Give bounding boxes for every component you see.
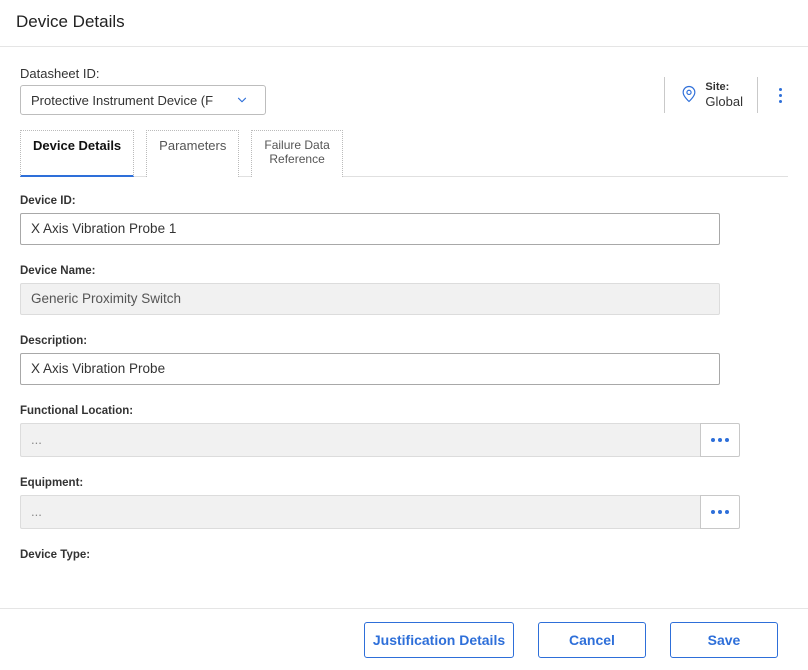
page-title: Device Details bbox=[16, 12, 792, 32]
tab-device-details[interactable]: Device Details bbox=[20, 130, 134, 177]
tab-parameters[interactable]: Parameters bbox=[146, 130, 239, 177]
functional-location-browse-button[interactable] bbox=[700, 423, 740, 457]
field-equipment: Equipment: ... bbox=[20, 477, 788, 529]
kebab-menu-icon[interactable] bbox=[772, 88, 788, 103]
site-label: Site: bbox=[705, 81, 743, 94]
field-label-device-type: Device Type: bbox=[20, 549, 788, 561]
separator bbox=[664, 77, 665, 113]
save-button[interactable]: Save bbox=[670, 622, 778, 658]
equipment-value: ... bbox=[20, 495, 700, 529]
field-label: Equipment: bbox=[20, 477, 788, 489]
datasheet-select[interactable]: Protective Instrument Device (F bbox=[20, 85, 266, 115]
device-name-input bbox=[20, 283, 720, 315]
field-functional-location: Functional Location: ... bbox=[20, 405, 788, 457]
page-header: Device Details bbox=[0, 0, 808, 47]
datasheet-selected-value: Protective Instrument Device (F bbox=[31, 93, 213, 108]
device-id-input[interactable] bbox=[20, 213, 720, 245]
cancel-button[interactable]: Cancel bbox=[538, 622, 646, 658]
datasheet-label: Datasheet ID: bbox=[20, 66, 664, 81]
tabs: Device Details Parameters Failure DataRe… bbox=[20, 129, 788, 177]
location-pin-icon bbox=[679, 84, 699, 107]
description-input[interactable] bbox=[20, 353, 720, 385]
site-value: Global bbox=[705, 94, 743, 110]
field-label: Functional Location: bbox=[20, 405, 788, 417]
datasheet-row: Datasheet ID: Protective Instrument Devi… bbox=[20, 66, 788, 115]
tab-failure-data-reference[interactable]: Failure DataReference bbox=[251, 130, 342, 177]
field-description: Description: bbox=[20, 335, 788, 385]
footer: Justification Details Cancel Save bbox=[0, 608, 808, 670]
justification-details-button[interactable]: Justification Details bbox=[364, 622, 514, 658]
equipment-browse-button[interactable] bbox=[700, 495, 740, 529]
content-scroll[interactable]: Datasheet ID: Protective Instrument Devi… bbox=[0, 50, 808, 608]
functional-location-value: ... bbox=[20, 423, 700, 457]
field-label: Device Name: bbox=[20, 265, 788, 277]
separator bbox=[757, 77, 758, 113]
field-device-id: Device ID: bbox=[20, 195, 788, 245]
field-label: Device ID: bbox=[20, 195, 788, 207]
site-block: Site: Global bbox=[679, 81, 743, 110]
field-label: Description: bbox=[20, 335, 788, 347]
form: Device ID: Device Name: Description: Fun… bbox=[20, 177, 788, 561]
field-device-name: Device Name: bbox=[20, 265, 788, 315]
